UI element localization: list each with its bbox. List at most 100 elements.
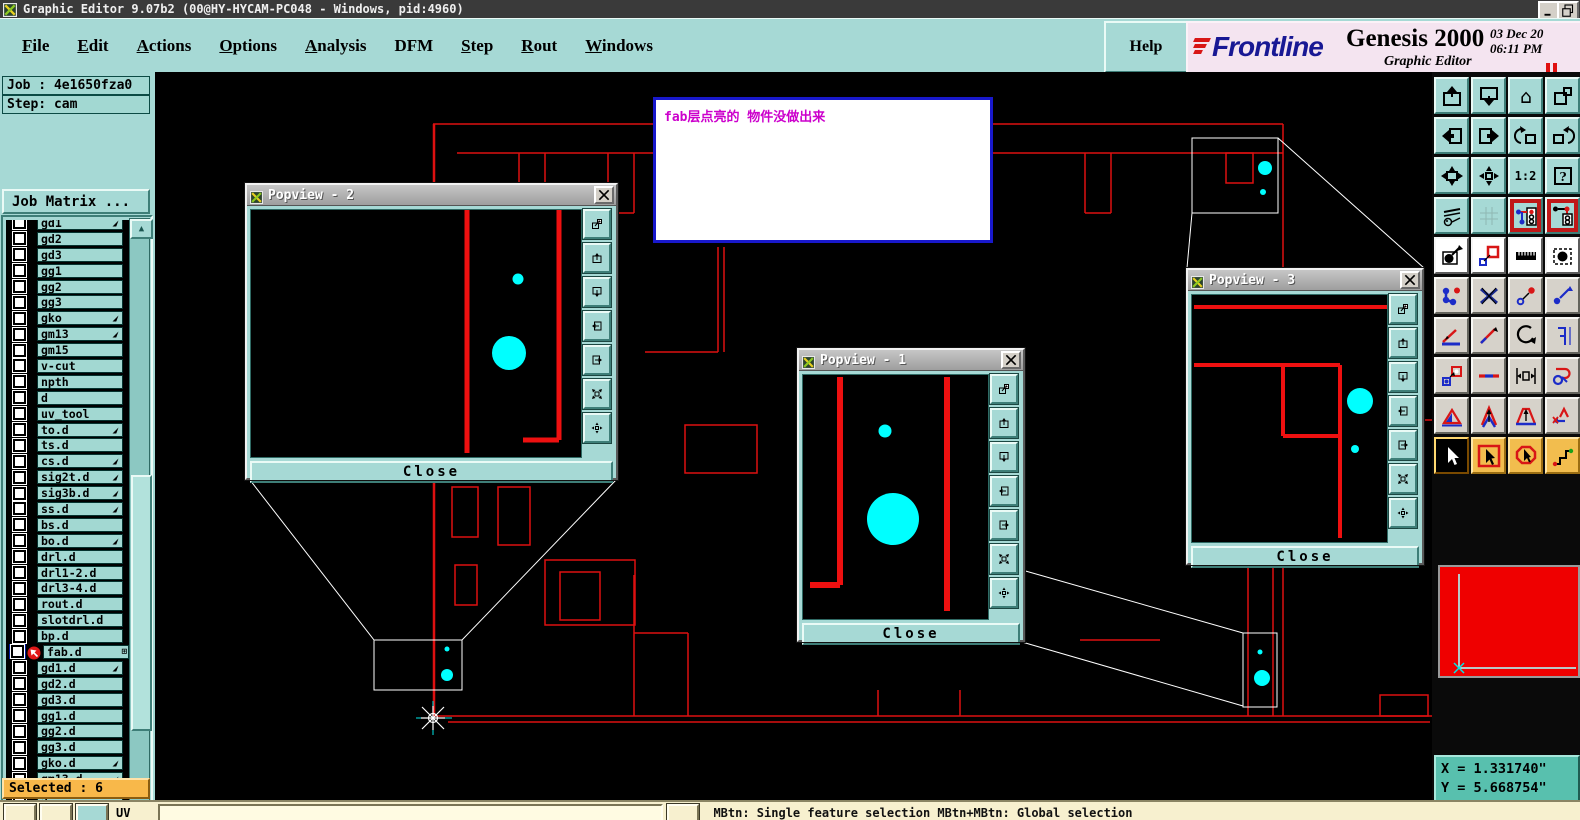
layer-row-gd1[interactable]: gd1	[6, 220, 130, 231]
layer-row-gg3.d[interactable]: gg3.d	[6, 739, 130, 755]
tool-tri-hatch-button[interactable]	[1434, 397, 1469, 434]
layer-checkbox[interactable]	[12, 708, 27, 724]
layer-checkbox[interactable]	[12, 676, 27, 692]
popview-close-button[interactable]: Close	[1191, 546, 1419, 568]
tool-angle-low-button[interactable]	[1434, 317, 1469, 354]
layer-row-gko[interactable]: gko	[6, 310, 130, 326]
layer-row-cs.d[interactable]: cs.d	[6, 453, 130, 469]
layer-checkbox[interactable]	[12, 263, 27, 279]
layer-label[interactable]: fab.d ⊞	[43, 644, 129, 659]
close-icon[interactable]	[594, 186, 614, 204]
tool-tri-up-button[interactable]	[1471, 397, 1506, 434]
layer-row-drl.d[interactable]: drl.d	[6, 549, 130, 565]
layer-label[interactable]: d	[37, 390, 123, 405]
popview-close-button[interactable]: Close	[250, 461, 613, 483]
layer-label[interactable]: gd1.d	[37, 660, 123, 675]
popview-2-titlebar[interactable]: Popview - 2	[247, 185, 616, 206]
popview-close-button[interactable]: Close	[802, 623, 1020, 645]
layer-label[interactable]: gg3	[37, 295, 123, 310]
layer-checkbox[interactable]	[12, 469, 27, 485]
layer-checkbox[interactable]	[12, 231, 27, 247]
layer-checkbox[interactable]	[12, 565, 27, 581]
layer-checkbox[interactable]	[12, 692, 27, 708]
tool-net-chain-button[interactable]	[1434, 277, 1469, 314]
layer-row-drl3-4.d[interactable]: drl3-4.d	[6, 580, 130, 596]
note-overlay[interactable]: fab层点亮的 物件没做出来	[653, 97, 993, 243]
layer-checkbox[interactable]	[12, 220, 27, 231]
layer-row-drl1-2.d[interactable]: drl1-2.d	[6, 565, 130, 581]
layer-row-gg1.d[interactable]: gg1.d	[6, 708, 130, 724]
layer-row-gm13[interactable]: gm13	[6, 326, 130, 342]
menu-file[interactable]: File	[8, 33, 63, 59]
layer-row-gg1[interactable]: gg1	[6, 263, 130, 279]
layer-row-gd2[interactable]: gd2	[6, 231, 130, 247]
layer-row-bo.d[interactable]: bo.d	[6, 533, 130, 549]
pan-down-button[interactable]	[989, 441, 1019, 473]
layer-row-gm15[interactable]: gm15	[6, 342, 130, 358]
layer-label[interactable]: slotdrl.d	[37, 613, 123, 628]
layer-label[interactable]: gko.d	[37, 756, 123, 771]
layer-label[interactable]: drl3-4.d	[37, 581, 123, 596]
menu-options[interactable]: Options	[205, 33, 291, 59]
tool-fit-center-button[interactable]	[1471, 157, 1506, 194]
close-icon[interactable]	[1400, 271, 1420, 289]
tool-angle-diag-button[interactable]	[1471, 317, 1506, 354]
layer-label[interactable]: gd3.d	[37, 692, 123, 707]
layer-label[interactable]: sig3b.d	[37, 486, 123, 501]
tool-undo-shape-button[interactable]	[1508, 117, 1543, 154]
tool-tri-gate-button[interactable]	[1508, 397, 1543, 434]
layer-checkbox[interactable]	[12, 437, 27, 453]
layer-row-gd2.d[interactable]: gd2.d	[6, 676, 130, 692]
layer-row-slotdrl.d[interactable]: slotdrl.d	[6, 612, 130, 628]
command-input[interactable]	[158, 804, 664, 820]
layer-label[interactable]: gg2.d	[37, 724, 123, 739]
layer-label[interactable]: to.d	[37, 422, 123, 437]
tool-paste-up-button[interactable]	[1434, 77, 1469, 114]
layer-label[interactable]: drl.d	[37, 549, 123, 564]
layer-checkbox[interactable]	[12, 501, 27, 517]
popout-view-button[interactable]	[582, 208, 612, 240]
layer-label[interactable]: gm15	[37, 343, 123, 358]
layer-row-npth[interactable]: npth	[6, 374, 130, 390]
center-view-button[interactable]	[989, 577, 1019, 609]
layer-checkbox[interactable]	[12, 660, 27, 676]
menu-windows[interactable]: Windows	[571, 33, 667, 59]
layer-row-gd1.d[interactable]: gd1.d	[6, 660, 130, 676]
layer-label[interactable]: ts.d	[37, 438, 123, 453]
layer-checkbox[interactable]	[12, 294, 27, 310]
pan-left-button[interactable]	[1388, 395, 1418, 427]
tool-redo-shape-button[interactable]	[1545, 117, 1580, 154]
pan-right-button[interactable]	[989, 509, 1019, 541]
pan-down-button[interactable]	[1388, 361, 1418, 393]
popview-3-canvas[interactable]	[1191, 294, 1388, 543]
pan-right-button[interactable]	[1388, 429, 1418, 461]
tool-copy-feature-button[interactable]	[1545, 237, 1580, 274]
layer-checkbox[interactable]	[12, 485, 27, 501]
layer-label[interactable]: bp.d	[37, 629, 123, 644]
layer-label[interactable]: gg1.d	[37, 708, 123, 723]
status-tool-button-2[interactable]	[39, 803, 73, 820]
menu-edit[interactable]: Edit	[63, 33, 122, 59]
layer-checkbox[interactable]	[12, 533, 27, 549]
layer-label[interactable]: ss.d	[37, 501, 123, 516]
layer-checkbox[interactable]	[12, 628, 27, 644]
tool-copy-square-button[interactable]	[1434, 357, 1469, 394]
menu-analysis[interactable]: Analysis	[291, 33, 380, 59]
layer-row-gg2.d[interactable]: gg2.d	[6, 723, 130, 740]
tool-shift-left-button[interactable]	[1434, 117, 1469, 154]
tool-zoom-help-button[interactable]: ?	[1545, 157, 1580, 194]
layer-checkbox[interactable]	[12, 739, 27, 755]
layer-row-bs.d[interactable]: bs.d	[6, 517, 130, 533]
layer-checkbox[interactable]	[12, 406, 27, 422]
tool-transfer-feature-button[interactable]	[1545, 277, 1580, 314]
menu-rout[interactable]: Rout	[507, 33, 571, 59]
layer-checkbox[interactable]	[12, 549, 27, 565]
layer-row-uv_tool[interactable]: uv_tool	[6, 406, 130, 422]
pan-up-button[interactable]	[989, 407, 1019, 439]
layer-row-ss.d[interactable]: ss.d	[6, 501, 130, 517]
tool-netlist-view-button[interactable]	[1508, 197, 1543, 234]
popview-window-1[interactable]: Popview - 1 Close	[796, 347, 1026, 645]
layer-label[interactable]: cs.d	[37, 454, 123, 469]
layer-checkbox[interactable]	[12, 310, 27, 326]
scroll-up-icon[interactable]: ▲	[130, 219, 153, 239]
